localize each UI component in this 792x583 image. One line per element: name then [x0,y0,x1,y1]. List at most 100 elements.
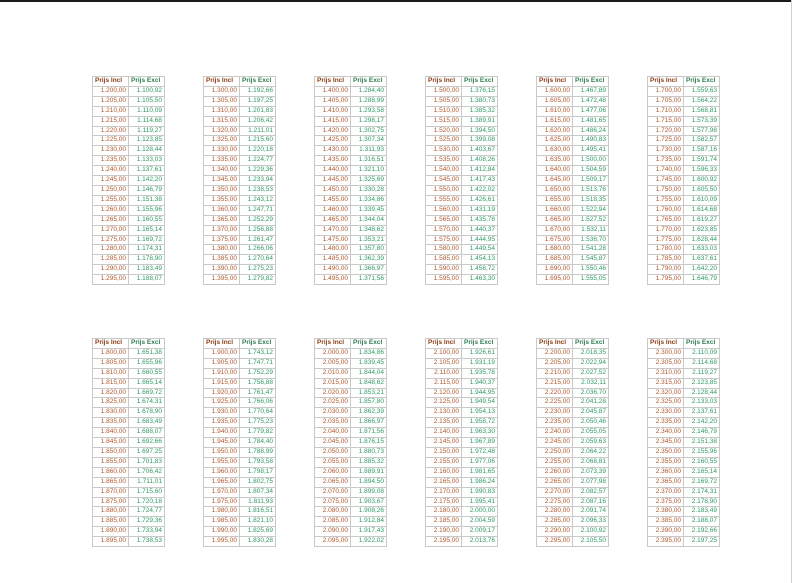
cell-prijs-incl: 1.640,00 [536,165,573,177]
table-row: 1.715,00 1.573,39 [647,115,720,127]
cell-prijs-incl: 2.060,00 [314,466,351,478]
cell-prijs-incl: 1.275,00 [92,234,129,246]
cell-prijs-excl: 1.555,05 [572,274,609,286]
cell-prijs-excl: 1.114,68 [128,115,165,127]
cell-prijs-excl: 1.376,15 [461,85,498,97]
table-row: 1.400,00 1.284,40 [314,85,387,97]
cell-prijs-excl: 1.788,99 [239,446,276,458]
cell-prijs-excl: 1.541,28 [572,244,609,256]
cell-prijs-incl: 1.845,00 [92,437,129,448]
cell-prijs-excl: 2.091,74 [572,506,609,518]
cell-prijs-incl: 1.420,00 [314,125,351,137]
cell-prijs-excl: 1.536,70 [572,234,609,246]
table-row: 1.345,00 1.233,94 [203,175,276,186]
header-row: Prijs Incl Prijs Excl [203,338,276,349]
cell-prijs-incl: 1.835,00 [92,417,129,429]
table-row: 1.975,00 1.811,93 [203,496,276,508]
cell-prijs-excl: 1.743,12 [239,347,276,359]
cell-prijs-incl: 1.710,00 [647,105,684,117]
cell-prijs-excl: 1.302,75 [350,125,387,137]
table-row: 1.730,00 1.587,16 [647,145,720,157]
cell-prijs-incl: 1.450,00 [314,184,351,196]
table-row: 1.570,00 1.440,37 [425,224,498,236]
table-row: 2.005,00 1.839,45 [314,357,387,369]
cell-prijs-excl: 2.027,52 [572,367,609,379]
cell-prijs-excl: 1.642,20 [683,264,720,276]
cell-prijs-incl: 1.245,00 [92,175,129,186]
table-row: 1.985,00 1.821,10 [203,516,276,528]
cell-prijs-excl: 2.018,35 [572,347,609,359]
table-row: 1.585,00 1.454,13 [425,254,498,266]
cell-prijs-incl: 1.340,00 [203,165,240,177]
table-row: 1.245,00 1.142,20 [92,175,165,186]
cell-prijs-excl: 1.839,45 [350,357,387,369]
table-row: 1.380,00 1.266,06 [203,244,276,256]
table-row: 1.640,00 1.504,59 [536,165,609,177]
cell-prijs-incl: 1.410,00 [314,105,351,117]
cell-prijs-incl: 1.225,00 [92,135,129,147]
table-row: 2.335,00 2.142,20 [647,417,720,429]
cell-prijs-incl: 1.610,00 [536,105,573,117]
table-row: 1.240,00 1.137,61 [92,165,165,177]
cell-prijs-incl: 1.510,00 [425,105,462,117]
cell-prijs-incl: 1.485,00 [314,254,351,266]
header-prijs-incl: Prijs Incl [425,76,462,87]
table-row: 1.850,00 1.697,25 [92,446,165,458]
cell-prijs-excl: 1.756,88 [239,377,276,389]
cell-prijs-excl: 1.844,04 [350,367,387,379]
table-row: 1.880,00 1.724,77 [92,506,165,518]
header-prijs-incl: Prijs Incl [647,338,684,349]
header-row: Prijs Incl Prijs Excl [647,76,720,87]
table-row: 1.990,00 1.825,69 [203,526,276,538]
cell-prijs-incl: 1.625,00 [536,135,573,147]
table-row: 2.025,00 1.857,80 [314,397,387,409]
cell-prijs-incl: 1.285,00 [92,254,129,266]
cell-prijs-excl: 2.045,87 [572,407,609,419]
cell-prijs-incl: 2.070,00 [314,486,351,498]
table-row: 2.265,00 2.077,98 [536,476,609,488]
cell-prijs-incl: 1.495,00 [314,274,351,286]
cell-prijs-excl: 1.564,22 [683,95,720,107]
cell-prijs-excl: 1.674,31 [128,397,165,409]
table-row: 1.465,00 1.344,04 [314,214,387,226]
table-row: 1.410,00 1.293,58 [314,105,387,117]
cell-prijs-incl: 2.150,00 [425,446,462,458]
header-prijs-excl: Prijs Excl [683,76,720,87]
cell-prijs-excl: 1.935,78 [461,367,498,379]
cell-prijs-incl: 1.400,00 [314,85,351,97]
table-row: 1.930,00 1.770,64 [203,407,276,419]
table-row: 2.010,00 1.844,04 [314,367,387,379]
table-row: 1.395,00 1.279,82 [203,274,276,286]
cell-prijs-excl: 2.146,79 [683,427,720,439]
cell-prijs-excl: 1.403,67 [461,145,498,157]
table-row: 1.845,00 1.692,66 [92,437,165,448]
table-row: 2.310,00 2.119,27 [647,367,720,379]
cell-prijs-excl: 1.591,74 [683,155,720,167]
cell-prijs-incl: 1.570,00 [425,224,462,236]
table-row: 1.615,00 1.481,65 [536,115,609,127]
table-row: 1.520,00 1.394,50 [425,125,498,137]
cell-prijs-excl: 1.995,41 [461,496,498,508]
table-row: 1.935,00 1.775,23 [203,417,276,429]
cell-prijs-incl: 1.715,00 [647,115,684,127]
price-table: Prijs Incl Prijs Excl 1.200,00 1.100,92 1.20… [92,76,165,286]
cell-prijs-incl: 1.670,00 [536,224,573,236]
cell-prijs-incl: 1.935,00 [203,417,240,429]
cell-prijs-excl: 1.692,66 [128,437,165,448]
table-row: 2.020,00 1.853,21 [314,387,387,399]
cell-prijs-incl: 1.365,00 [203,214,240,226]
cell-prijs-excl: 1.605,50 [683,184,720,196]
cell-prijs-incl: 1.395,00 [203,274,240,286]
cell-prijs-excl: 1.821,10 [239,516,276,528]
cell-prijs-excl: 1.766,06 [239,397,276,409]
table-row: 1.870,00 1.715,60 [92,486,165,498]
cell-prijs-incl: 2.255,00 [536,456,573,468]
table-row: 2.080,00 1.908,26 [314,506,387,518]
cell-prijs-excl: 1.848,62 [350,377,387,389]
cell-prijs-incl: 1.655,00 [536,194,573,206]
cell-prijs-incl: 1.250,00 [92,184,129,196]
cell-prijs-incl: 2.345,00 [647,437,684,448]
cell-prijs-excl: 1.151,38 [128,194,165,206]
cell-prijs-excl: 2.032,11 [572,377,609,389]
price-table: Prijs Incl Prijs Excl 1.800,00 1.651,38 1.80… [92,338,165,548]
